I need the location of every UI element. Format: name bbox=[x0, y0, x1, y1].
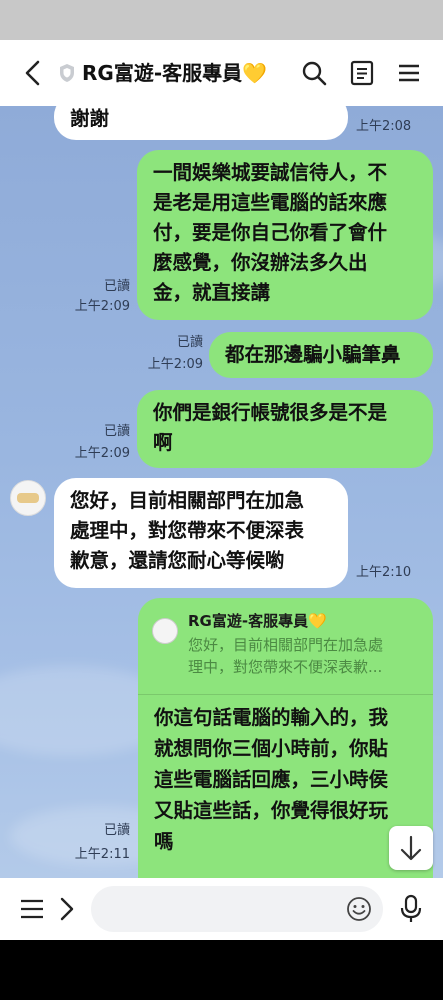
message-text-line: 就想問你三個小時前，你貼 bbox=[154, 737, 389, 760]
message-text-line: 又貼這些話，你覺得很好玩 bbox=[154, 799, 389, 822]
menu-icon[interactable] bbox=[20, 898, 44, 920]
chevron-right-icon[interactable] bbox=[58, 896, 76, 922]
message-text-line: 嗎 bbox=[154, 830, 174, 853]
message-text-line: 金，就直接講 bbox=[153, 281, 271, 304]
quote-text-line: 您好，目前相關部門在加急處 bbox=[188, 636, 384, 654]
quote-divider bbox=[138, 694, 433, 695]
emoji-icon[interactable] bbox=[346, 896, 372, 922]
message-text-line: 付，要是你自己你看了會什 bbox=[153, 221, 388, 244]
message-text-line: 歉意，還請您耐心等候喲 bbox=[70, 549, 285, 572]
message-text-line: 處理中，對您帶來不便深表 bbox=[70, 519, 305, 542]
message-text: 謝謝 bbox=[70, 107, 110, 130]
status-bar bbox=[0, 0, 443, 40]
message-text-line: 都在那邊騙小騙筆鼻 bbox=[225, 343, 401, 366]
message-bubble-sent[interactable]: 一間娛樂城要誠信待人，不 是老是用這些電腦的話來應 付，要是你自己你看了會什 麼… bbox=[137, 150, 433, 320]
system-navigation-bar bbox=[0, 940, 443, 1000]
quote-text-line: 理中，對您帶來不便深表歉... bbox=[188, 658, 383, 676]
quoted-message[interactable]: RG富遊-客服專員💛 您好，目前相關部門在加急處 理中，對您帶來不便深表歉... bbox=[152, 606, 422, 688]
message-text-line: 麼感覺，你沒辦法多久出 bbox=[153, 251, 368, 274]
message-input[interactable] bbox=[91, 886, 383, 932]
message-time: 上午2:08 bbox=[356, 119, 412, 134]
microphone-icon[interactable] bbox=[398, 894, 424, 924]
message-time: 上午2:09 bbox=[74, 299, 130, 314]
chat-header: RG富遊-客服專員💛 bbox=[0, 40, 443, 106]
shield-icon bbox=[60, 64, 74, 82]
quote-sender-name: RG富遊-客服專員💛 bbox=[188, 612, 327, 630]
chat-area[interactable]: 謝謝 上午2:08 一間娛樂城要誠信待人，不 是老是用這些電腦的話來應 付，要是… bbox=[0, 106, 443, 878]
read-receipt: 已讀 bbox=[103, 279, 130, 294]
scroll-to-bottom-button[interactable] bbox=[389, 826, 433, 870]
back-icon[interactable] bbox=[18, 58, 48, 88]
read-receipt: 已讀 bbox=[176, 335, 203, 350]
message-bubble-received[interactable]: 謝謝 bbox=[54, 106, 348, 140]
message-input-bar bbox=[0, 878, 443, 940]
message-text-line: 一間娛樂城要誠信待人，不 bbox=[153, 161, 388, 184]
message-time: 上午2:09 bbox=[147, 357, 203, 372]
search-icon[interactable] bbox=[300, 59, 328, 87]
message-bubble-sent[interactable]: 都在那邊騙小騙筆鼻 bbox=[209, 332, 433, 378]
message-bubble-sent[interactable]: 你們是銀行帳號很多是不是 啊 bbox=[137, 390, 433, 468]
message-time: 上午2:09 bbox=[74, 446, 130, 461]
message-text-line: 你們是銀行帳號很多是不是 bbox=[153, 401, 388, 424]
avatar[interactable] bbox=[10, 480, 46, 516]
arrow-down-icon bbox=[400, 835, 422, 861]
message-text-line: 是老是用這些電腦的話來應 bbox=[153, 191, 388, 214]
quote-text: 您好，目前相關部門在加急處 理中，對您帶來不便深表歉... bbox=[188, 634, 420, 678]
message-text-line: 你這句話電腦的輸入的，我 bbox=[154, 706, 389, 729]
read-receipt: 已讀 bbox=[103, 424, 130, 439]
message-bubble-received[interactable]: 您好，目前相關部門在加急 處理中，對您帶來不便深表 歉意，還請您耐心等候喲 bbox=[54, 478, 348, 588]
message-text-line: 這些電腦話回應，三小時侯 bbox=[154, 768, 389, 791]
message-text-line: 您好，目前相關部門在加急 bbox=[70, 489, 305, 512]
message-text-line: 啊 bbox=[153, 431, 173, 454]
quote-avatar bbox=[152, 618, 178, 644]
read-receipt: 已讀 bbox=[103, 823, 130, 838]
message-time: 上午2:10 bbox=[356, 565, 412, 580]
notes-icon[interactable] bbox=[348, 59, 376, 87]
message-time: 上午2:11 bbox=[74, 847, 130, 862]
hamburger-menu-icon[interactable] bbox=[395, 59, 423, 87]
message-text: 你這句話電腦的輸入的，我 就想問你三個小時前，你貼 這些電腦話回應，三小時侯 又… bbox=[154, 702, 422, 857]
chat-title[interactable]: RG富遊-客服專員💛 bbox=[82, 60, 292, 86]
